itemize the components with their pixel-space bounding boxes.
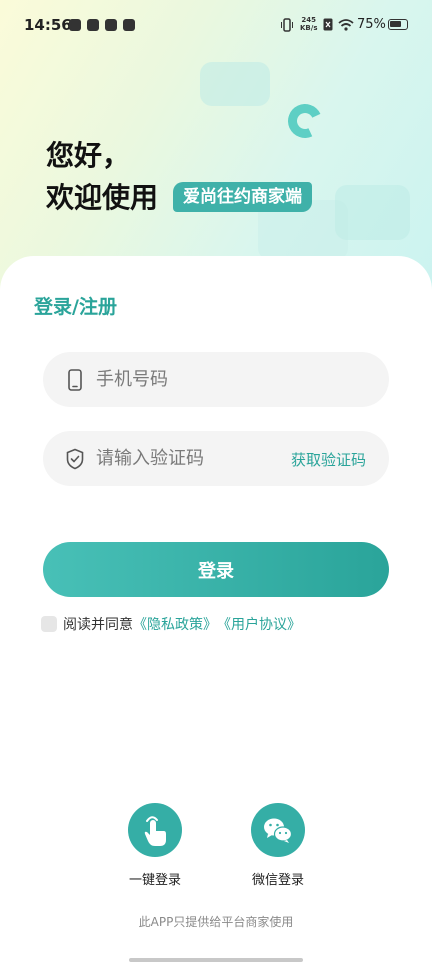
battery-icon: [388, 19, 408, 30]
wechat-login-button[interactable]: [251, 803, 305, 857]
phone-icon: [68, 369, 82, 391]
message-icon: [87, 19, 99, 31]
net-speed: 245 KB/s: [300, 16, 318, 32]
greeting-line2: 欢迎使用: [46, 181, 159, 214]
decor-block: [335, 185, 410, 240]
code-field[interactable]: 获取验证码: [43, 431, 389, 486]
app-icon: [123, 19, 135, 31]
agreement-row: 阅读并同意 《隐私政策》 《用户协议》: [41, 614, 301, 634]
one-click-login-label: 一键登录: [128, 873, 181, 888]
status-time: 14:56: [24, 16, 72, 34]
form-title: 登录/注册: [34, 296, 117, 318]
user-agreement-link[interactable]: 《用户协议》: [217, 614, 301, 634]
wechat-login-label: 微信登录: [251, 873, 304, 888]
get-code-button[interactable]: 获取验证码: [291, 449, 366, 470]
shield-icon: [66, 448, 84, 470]
decor-bubble: [200, 62, 270, 106]
phone-input[interactable]: [96, 352, 296, 407]
agree-text: 阅读并同意: [63, 617, 133, 633]
login-button[interactable]: 登录: [43, 542, 389, 597]
phone-field[interactable]: [43, 352, 389, 407]
wifi-icon: [338, 19, 354, 31]
one-click-login-button[interactable]: [128, 803, 182, 857]
link-icon: [105, 19, 117, 31]
login-card: 登录/注册 获取验证码 登录 阅读并同意 《隐私政策》 《用户协议》: [0, 256, 432, 964]
no-sim-icon: [323, 18, 333, 31]
agree-checkbox[interactable]: [41, 616, 57, 632]
footer-note: 此APP只提供给平台商家使用: [138, 915, 294, 929]
brand-badge: 爱尚往约商家端: [173, 182, 312, 212]
one-click-login[interactable]: 一键登录: [115, 803, 195, 888]
code-input[interactable]: [96, 431, 296, 486]
vibrate-icon: [281, 18, 293, 32]
battery-percent: 75%: [357, 17, 386, 32]
tiktok-icon: [69, 19, 81, 31]
wechat-icon: [264, 818, 293, 843]
greeting-line1: 您好，: [46, 139, 131, 172]
tap-hand-icon: [144, 816, 166, 846]
wechat-login[interactable]: 微信登录: [238, 803, 318, 888]
status-bar: 14:56 245 KB/s 75%: [0, 0, 432, 50]
privacy-policy-link[interactable]: 《隐私政策》: [133, 614, 217, 634]
home-indicator[interactable]: [129, 958, 303, 962]
